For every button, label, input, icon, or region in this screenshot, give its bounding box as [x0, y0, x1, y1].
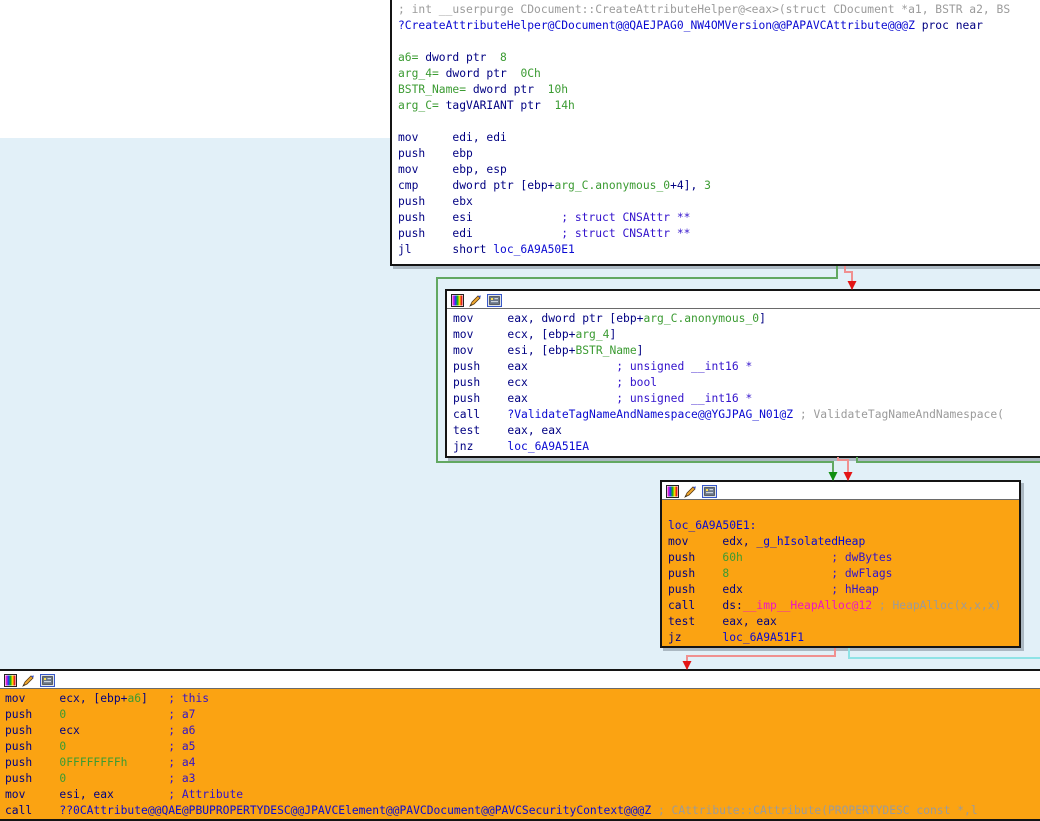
- code-line[interactable]: test eax, eax: [453, 423, 1040, 439]
- code-line[interactable]: mov esi, eax ; Attribute: [5, 787, 1040, 803]
- edge-jl-false-fallthrough: [845, 266, 852, 289]
- code-line[interactable]: push 0 ; a7: [5, 707, 1040, 723]
- code-line[interactable]: arg_4= dword ptr 0Ch: [398, 66, 1040, 82]
- node-color-icon[interactable]: [666, 485, 679, 498]
- code-line[interactable]: jz loc_6A9A51F1: [668, 630, 1017, 646]
- code-line[interactable]: push 60h ; dwBytes: [668, 550, 1017, 566]
- code-line[interactable]: mov ebp, esp: [398, 162, 1040, 178]
- code-listing[interactable]: ; int __userpurge CDocument::CreateAttri…: [392, 0, 1040, 260]
- code-line[interactable]: mov edi, edi: [398, 130, 1040, 146]
- code-listing[interactable]: mov eax, dword ptr [ebp+arg_C.anonymous_…: [447, 309, 1040, 457]
- code-line[interactable]: push ecx ; bool: [453, 375, 1040, 391]
- block-validate-tag-name[interactable]: mov eax, dword ptr [ebp+arg_C.anonymous_…: [445, 289, 1040, 458]
- edge-normal-to-right: [849, 648, 1040, 658]
- code-line[interactable]: a6= dword ptr 8: [398, 50, 1040, 66]
- code-line[interactable]: mov eax, dword ptr [ebp+arg_C.anonymous_…: [453, 311, 1040, 327]
- code-line[interactable]: push 8 ; dwFlags: [668, 566, 1017, 582]
- edit-comment-icon[interactable]: [684, 485, 697, 498]
- code-line[interactable]: push esi ; struct CNSAttr **: [398, 210, 1040, 226]
- code-line[interactable]: arg_C= tagVARIANT ptr 14h: [398, 98, 1040, 114]
- block-cattribute-constructor[interactable]: mov ecx, [ebp+a6] ; thispush 0 ; a7push …: [0, 669, 1040, 821]
- code-line[interactable]: test eax, eax: [668, 614, 1017, 630]
- code-line[interactable]: call ds:__imp__HeapAlloc@12 ; HeapAlloc(…: [668, 598, 1017, 614]
- code-line[interactable]: mov esi, [ebp+BSTR_Name]: [453, 343, 1040, 359]
- code-line[interactable]: mov ecx, [ebp+a6] ; this: [5, 691, 1040, 707]
- code-line[interactable]: push edi ; struct CNSAttr **: [398, 226, 1040, 242]
- node-titlebar[interactable]: [0, 671, 1040, 689]
- block-function-header[interactable]: ; int __userpurge CDocument::CreateAttri…: [390, 0, 1040, 266]
- ida-graph-view[interactable]: { "app": {"name": "IDA Pro graph view"},…: [0, 0, 1040, 817]
- edit-comment-icon[interactable]: [22, 674, 35, 687]
- edge-jnz-false-fallthrough: [838, 457, 848, 480]
- edge-jz-false-fallthrough: [687, 648, 835, 669]
- code-line[interactable]: push 0 ; a5: [5, 739, 1040, 755]
- code-listing[interactable]: loc_6A9A50E1:mov edx, _g_hIsolatedHeappu…: [662, 500, 1019, 648]
- code-line[interactable]: cmp dword ptr [ebp+arg_C.anonymous_0+4],…: [398, 178, 1040, 194]
- block-loc-6A9A50E1-heapalloc[interactable]: loc_6A9A50E1:mov edx, _g_hIsolatedHeappu…: [660, 480, 1021, 648]
- code-listing[interactable]: mov ecx, [ebp+a6] ; thispush 0 ; a7push …: [0, 689, 1040, 821]
- node-titlebar[interactable]: [662, 482, 1019, 500]
- code-line[interactable]: ; int __userpurge CDocument::CreateAttri…: [398, 2, 1040, 18]
- group-node-icon[interactable]: [487, 294, 502, 307]
- code-line[interactable]: push ebp: [398, 146, 1040, 162]
- node-color-icon[interactable]: [451, 294, 464, 307]
- code-line[interactable]: push edx ; hHeap: [668, 582, 1017, 598]
- group-node-icon[interactable]: [40, 674, 55, 687]
- code-line[interactable]: push ebx: [398, 194, 1040, 210]
- background-top-patch: [0, 0, 390, 138]
- code-line[interactable]: BSTR_Name= dword ptr 10h: [398, 82, 1040, 98]
- code-line[interactable]: [398, 114, 1040, 130]
- code-line[interactable]: push 0FFFFFFFFh ; a4: [5, 755, 1040, 771]
- code-line[interactable]: push eax ; unsigned __int16 *: [453, 359, 1040, 375]
- group-node-icon[interactable]: [702, 485, 717, 498]
- code-line[interactable]: mov edx, _g_hIsolatedHeap: [668, 534, 1017, 550]
- code-line[interactable]: jl short loc_6A9A50E1: [398, 242, 1040, 258]
- code-line[interactable]: ?CreateAttributeHelper@CDocument@@QAEJPA…: [398, 18, 1040, 34]
- code-line[interactable]: push ecx ; a6: [5, 723, 1040, 739]
- code-line[interactable]: jnz loc_6A9A51EA: [453, 439, 1040, 455]
- node-color-icon[interactable]: [4, 674, 17, 687]
- code-line[interactable]: mov ecx, [ebp+arg_4]: [453, 327, 1040, 343]
- edit-comment-icon[interactable]: [469, 294, 482, 307]
- code-line[interactable]: [668, 502, 1017, 518]
- code-line[interactable]: [398, 34, 1040, 50]
- code-line[interactable]: push 0 ; a3: [5, 771, 1040, 787]
- node-titlebar[interactable]: [447, 291, 1040, 309]
- code-line[interactable]: call ?ValidateTagNameAndNamespace@@YGJPA…: [453, 407, 1040, 423]
- code-line[interactable]: push eax ; unsigned __int16 *: [453, 391, 1040, 407]
- code-line[interactable]: loc_6A9A50E1:: [668, 518, 1017, 534]
